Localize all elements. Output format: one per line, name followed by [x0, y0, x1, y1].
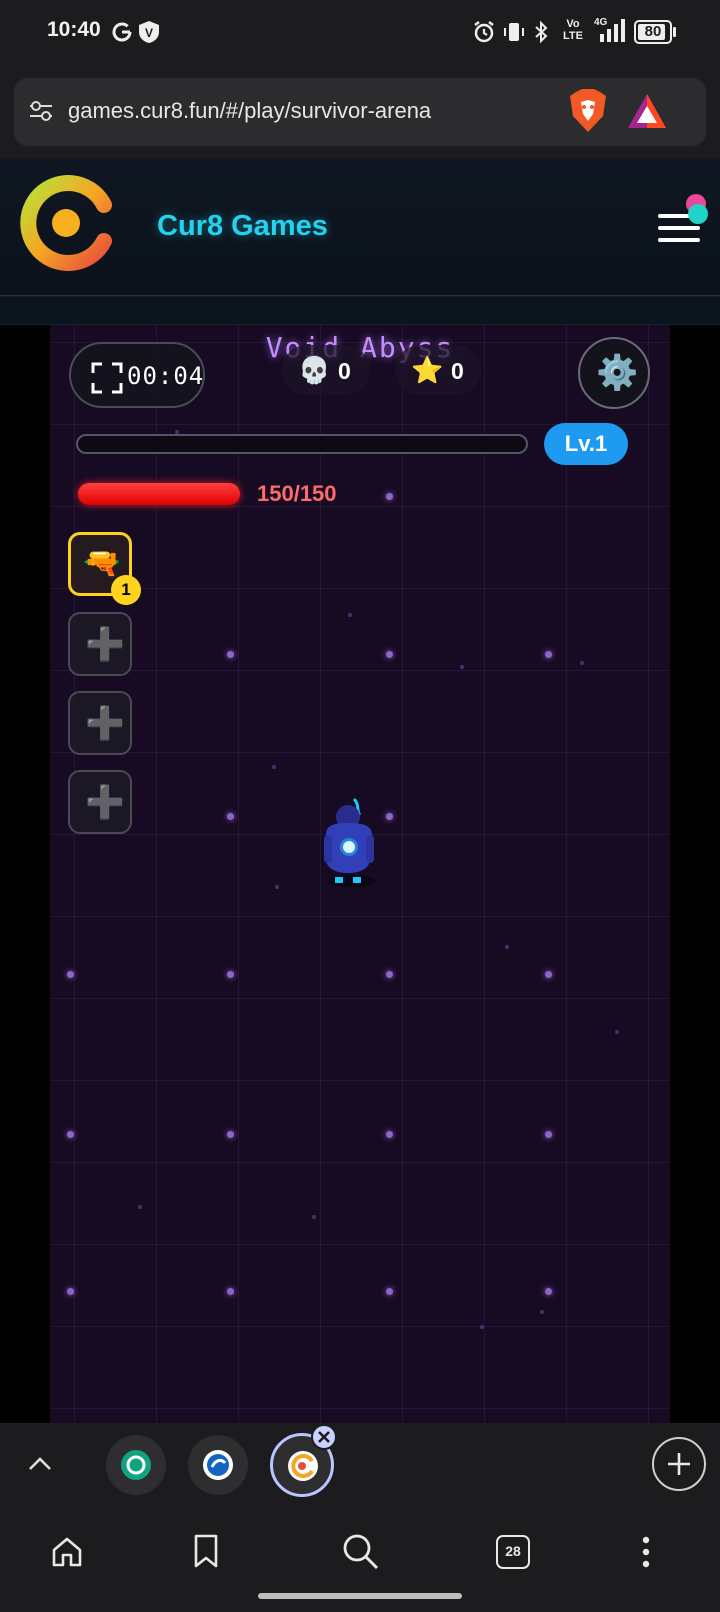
vibrate-icon — [504, 23, 524, 41]
star-count: 0 — [451, 358, 464, 384]
star-counter: ⭐ 0 — [395, 345, 481, 395]
tab-app[interactable] — [188, 1435, 248, 1495]
tab-count: 28 — [505, 1543, 521, 1559]
bookmark-icon[interactable] — [192, 1533, 220, 1569]
bluetooth-icon — [535, 20, 548, 44]
battery-icon: 80 — [634, 20, 672, 44]
weapon-level-badge: 1 — [111, 575, 141, 605]
skull-icon: 💀 — [298, 355, 331, 385]
site-settings-icon[interactable] — [28, 98, 54, 124]
tab-cur8-active[interactable] — [270, 1424, 337, 1497]
timer-display: 00:04 — [69, 342, 205, 408]
status-bar: 10:40 V Vo LTE 4G 80 — [0, 0, 720, 66]
home-icon[interactable] — [50, 1535, 84, 1569]
vpn-icon: V — [139, 21, 159, 43]
plus-icon: ➕ — [85, 626, 125, 662]
game-arena[interactable]: 00:04 Void Abyss 💀 0 ⭐ 0 ⚙️ Lv.1 150/150… — [50, 325, 670, 1423]
browser-bottom-nav: 28 — [0, 1505, 720, 1612]
tab-chatgpt[interactable] — [106, 1435, 166, 1495]
brave-rewards-icon[interactable] — [626, 92, 668, 130]
cur8-logo-icon[interactable] — [20, 175, 112, 271]
site-header: Cur8 Games — [0, 158, 720, 296]
gear-icon: ⚙️ — [596, 354, 639, 392]
plus-icon: ➕ — [85, 784, 125, 820]
fullscreen-icon[interactable] — [91, 362, 123, 394]
weapon-slot-2[interactable]: ➕ — [68, 612, 132, 676]
chevron-up-icon[interactable] — [26, 1453, 54, 1473]
search-icon[interactable] — [342, 1533, 380, 1571]
status-time: 10:40 — [47, 18, 101, 41]
menu-button[interactable] — [658, 194, 708, 244]
battery-level: 80 — [644, 23, 662, 40]
close-tab-icon[interactable] — [311, 1424, 337, 1450]
player-character — [324, 797, 376, 887]
weapon-slot-4[interactable]: ➕ — [68, 770, 132, 834]
health-bar-fill — [78, 483, 240, 505]
cur8-tab-icon — [288, 1451, 318, 1481]
game-container: 00:04 Void Abyss 💀 0 ⭐ 0 ⚙️ Lv.1 150/150… — [0, 325, 720, 1423]
timer-text: 00:04 — [127, 362, 205, 390]
signal-icon — [600, 19, 625, 42]
kill-count: 0 — [338, 358, 351, 384]
site-title[interactable]: Cur8 Games — [157, 210, 328, 243]
kill-counter: 💀 0 — [282, 345, 370, 395]
svg-text:V: V — [145, 26, 153, 40]
tab-switcher-button[interactable]: 28 — [496, 1535, 530, 1569]
plus-icon: ➕ — [85, 705, 125, 741]
chatgpt-tab-icon — [121, 1450, 151, 1480]
google-icon — [112, 22, 132, 42]
notification-dot-secondary — [688, 204, 708, 224]
level-badge: Lv.1 — [544, 423, 628, 465]
brave-shields-icon[interactable] — [568, 88, 608, 134]
weapon-slot-1[interactable]: 🔫 1 — [68, 532, 141, 605]
url-text[interactable]: games.cur8.fun/#/play/survivor-arena — [68, 98, 431, 124]
more-options-icon[interactable] — [640, 1535, 652, 1569]
new-tab-button[interactable] — [652, 1437, 706, 1491]
water-gun-icon: 🔫 — [83, 547, 121, 580]
health-bar — [78, 483, 240, 505]
alarm-icon — [474, 21, 494, 43]
tab-strip — [0, 1423, 720, 1505]
xp-bar — [76, 434, 528, 454]
volte-icon: Vo LTE — [563, 18, 583, 42]
weapon-slot-3[interactable]: ➕ — [68, 691, 132, 755]
header-divider — [0, 297, 720, 325]
gesture-home-indicator — [258, 1593, 462, 1599]
settings-button[interactable]: ⚙️ — [578, 337, 650, 409]
app-tab-icon — [203, 1450, 233, 1480]
star-icon: ⭐ — [411, 355, 444, 385]
plus-icon — [668, 1453, 690, 1475]
health-text: 150/150 — [257, 481, 337, 506]
address-bar[interactable]: games.cur8.fun/#/play/survivor-arena — [14, 78, 706, 146]
